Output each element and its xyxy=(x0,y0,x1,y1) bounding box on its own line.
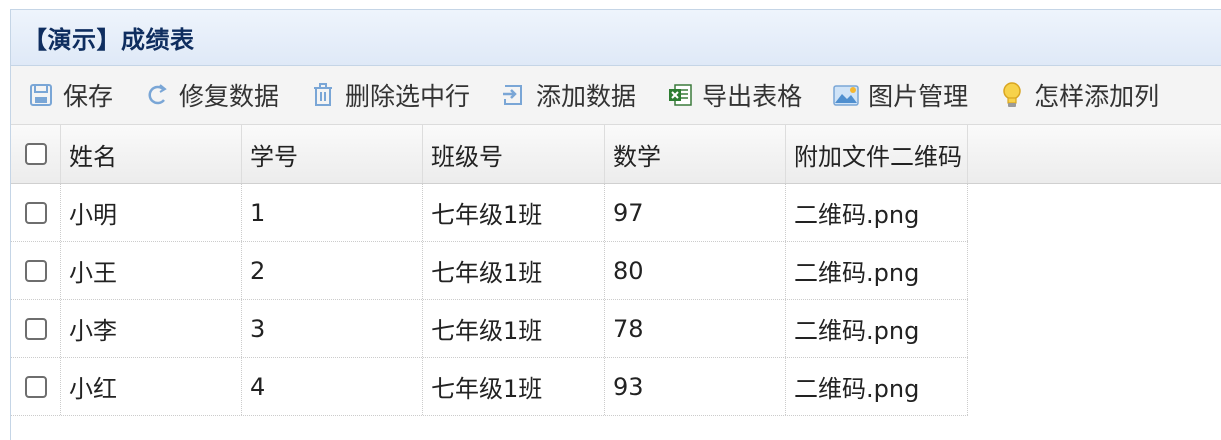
cell-math[interactable]: 78 xyxy=(605,300,786,357)
how-to-add-column-button[interactable]: 怎样添加列 xyxy=(998,75,1159,115)
column-header-math[interactable]: 数学 xyxy=(605,125,786,183)
delete-selected-label: 删除选中行 xyxy=(345,82,471,111)
repair-data-button[interactable]: 修复数据 xyxy=(143,75,279,115)
cell-class[interactable]: 七年级1班 xyxy=(423,242,605,299)
cell-qr-file[interactable]: 二维码.png xyxy=(786,300,968,357)
export-table-label: 导出表格 xyxy=(702,82,803,111)
image-manage-label: 图片管理 xyxy=(868,82,969,111)
row-select-cell xyxy=(11,300,61,357)
cell-name[interactable]: 小红 xyxy=(61,358,242,415)
cell-student-id[interactable]: 2 xyxy=(242,242,423,299)
panel-header: 【演示】成绩表 xyxy=(11,10,1221,66)
cell-class[interactable]: 七年级1班 xyxy=(423,300,605,357)
row-checkbox[interactable] xyxy=(24,201,47,224)
image-manage-button[interactable]: 图片管理 xyxy=(832,75,968,115)
row-select-cell xyxy=(11,184,61,241)
add-data-label: 添加数据 xyxy=(536,82,637,111)
cell-student-id[interactable]: 3 xyxy=(242,300,423,357)
data-grid: 姓名 学号 班级号 数学 附加文件二维码 小明 1 七年级1班 97 二维码.p… xyxy=(11,125,1221,416)
cell-math[interactable]: 97 xyxy=(605,184,786,241)
row-checkbox[interactable] xyxy=(24,259,47,282)
column-header-name[interactable]: 姓名 xyxy=(61,125,242,183)
cell-class[interactable]: 七年级1班 xyxy=(423,358,605,415)
panel-title: 【演示】成绩表 xyxy=(23,26,195,54)
cell-class[interactable]: 七年级1班 xyxy=(423,184,605,241)
row-select-cell xyxy=(11,358,61,415)
trash-icon xyxy=(309,81,337,109)
save-label: 保存 xyxy=(63,82,114,111)
column-header-qr-file[interactable]: 附加文件二维码 xyxy=(786,125,968,183)
add-icon xyxy=(500,81,528,109)
export-table-button[interactable]: 导出表格 xyxy=(666,75,802,115)
row-checkbox[interactable] xyxy=(24,375,47,398)
cell-name[interactable]: 小王 xyxy=(61,242,242,299)
row-select-cell xyxy=(11,242,61,299)
save-button[interactable]: 保存 xyxy=(27,75,113,115)
column-header-class[interactable]: 班级号 xyxy=(423,125,605,183)
delete-selected-button[interactable]: 删除选中行 xyxy=(309,75,470,115)
cell-name[interactable]: 小李 xyxy=(61,300,242,357)
select-all-checkbox[interactable] xyxy=(24,143,47,165)
excel-icon xyxy=(666,81,694,109)
repair-data-label: 修复数据 xyxy=(179,82,280,111)
cell-name[interactable]: 小明 xyxy=(61,184,242,241)
select-all-cell xyxy=(11,125,61,183)
grid-panel: 【演示】成绩表 保存 修复数据 删除选中行 添加数据 导出表格 图片管理 怎样添… xyxy=(10,9,1221,440)
toolbar: 保存 修复数据 删除选中行 添加数据 导出表格 图片管理 怎样添加列 xyxy=(11,66,1221,125)
row-checkbox[interactable] xyxy=(24,317,47,340)
add-data-button[interactable]: 添加数据 xyxy=(500,75,636,115)
cell-math[interactable]: 80 xyxy=(605,242,786,299)
cell-qr-file[interactable]: 二维码.png xyxy=(786,358,968,415)
cell-qr-file[interactable]: 二维码.png xyxy=(786,184,968,241)
table-row: 小红 4 七年级1班 93 二维码.png xyxy=(11,358,968,416)
how-to-add-column-label: 怎样添加列 xyxy=(1034,82,1160,111)
table-row: 小明 1 七年级1班 97 二维码.png xyxy=(11,184,968,242)
cell-qr-file[interactable]: 二维码.png xyxy=(786,242,968,299)
image-icon xyxy=(832,81,860,109)
grid-header: 姓名 学号 班级号 数学 附加文件二维码 xyxy=(11,125,1221,184)
save-icon xyxy=(27,81,55,109)
refresh-icon xyxy=(143,81,171,109)
column-header-student-id[interactable]: 学号 xyxy=(242,125,423,183)
table-row: 小王 2 七年级1班 80 二维码.png xyxy=(11,242,968,300)
table-row: 小李 3 七年级1班 78 二维码.png xyxy=(11,300,968,358)
cell-student-id[interactable]: 4 xyxy=(242,358,423,415)
cell-student-id[interactable]: 1 xyxy=(242,184,423,241)
cell-math[interactable]: 93 xyxy=(605,358,786,415)
lightbulb-icon xyxy=(998,81,1026,109)
